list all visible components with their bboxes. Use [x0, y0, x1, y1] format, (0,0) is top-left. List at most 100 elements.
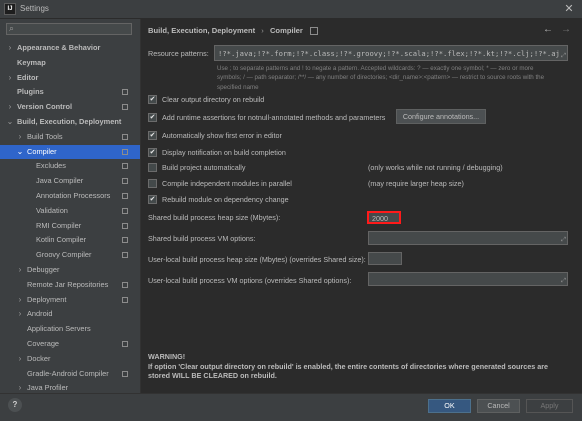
chevron-right-icon[interactable]: ›	[16, 307, 24, 322]
resource-patterns-value: !?*.java;!?*.form;!?*.class;!?*.groovy;!…	[218, 49, 560, 58]
title-bar: IJ Settings ✕	[0, 0, 582, 19]
project-scope-icon	[310, 27, 318, 35]
ok-button[interactable]: OK	[428, 399, 471, 413]
apply-button[interactable]: Apply	[526, 399, 573, 413]
sidebar-item-keymap[interactable]: Keymap	[0, 56, 140, 71]
sidebar-item-label: Version Control	[17, 102, 73, 112]
sidebar-item-appearance-behavior[interactable]: › Appearance & Behavior	[0, 41, 140, 56]
sidebar-item-label: Validation	[36, 205, 68, 215]
sidebar-item-remote-jar-repositories[interactable]: Remote Jar Repositories	[0, 278, 140, 293]
shared-vm-options-field[interactable]: ⤢	[368, 231, 568, 245]
sidebar-item-validation[interactable]: Validation	[0, 204, 140, 219]
sidebar-item-debugger[interactable]: › Debugger	[0, 263, 140, 278]
settings-sidebar: ⌕ › Appearance & Behavior Keymap › Editor Plu…	[0, 19, 141, 393]
chevron-right-icon[interactable]: ›	[6, 41, 14, 56]
chevron-right-icon[interactable]: ›	[16, 293, 24, 308]
project-scope-icon	[122, 104, 128, 111]
project-scope-icon	[122, 281, 128, 288]
help-button[interactable]: ?	[8, 398, 22, 412]
show-first-error-checkbox[interactable]: ✔	[148, 131, 157, 140]
sidebar-item-label: Coverage	[27, 338, 60, 348]
sidebar-item-label: Gradle-Android Compiler	[27, 368, 109, 378]
expand-icon[interactable]: ⤢	[561, 53, 566, 60]
configure-annotations-button[interactable]: Configure annotations...	[396, 109, 486, 124]
sidebar-item-build-tools[interactable]: › Build Tools	[0, 130, 140, 145]
user-vm-options-label: User-local build process VM options (ove…	[148, 276, 352, 285]
heap-size-field[interactable]: 2000	[367, 211, 401, 224]
sidebar-item-coverage[interactable]: Coverage	[0, 337, 140, 352]
sidebar-item-groovy-compiler[interactable]: Groovy Compiler	[0, 248, 140, 263]
sidebar-item-excludes[interactable]: Excludes	[0, 159, 140, 174]
user-heap-size-label: User-local build process heap size (Mbyt…	[148, 255, 366, 264]
window-title: Settings	[20, 4, 49, 13]
rebuild-dependency-label: Rebuild module on dependency change	[162, 195, 289, 204]
intellij-app-icon: IJ	[4, 3, 16, 15]
chevron-right-icon[interactable]: ›	[16, 130, 24, 145]
sidebar-item-docker[interactable]: › Docker	[0, 352, 140, 367]
forward-arrow-icon[interactable]: →	[561, 24, 571, 35]
user-vm-options-field[interactable]: ⤢	[368, 272, 568, 286]
project-scope-icon	[122, 296, 128, 303]
sidebar-item-gradle-android-compiler[interactable]: Gradle-Android Compiler	[0, 367, 140, 382]
cancel-button[interactable]: Cancel	[477, 399, 520, 413]
runtime-assertions-checkbox[interactable]: ✔	[148, 113, 157, 122]
sidebar-item-build-execution-deployment[interactable]: ⌄ Build, Execution, Deployment	[0, 115, 140, 130]
sidebar-item-annotation-processors[interactable]: Annotation Processors	[0, 189, 140, 204]
user-heap-size-field[interactable]	[368, 252, 402, 265]
expand-icon[interactable]: ⤢	[561, 278, 566, 285]
build-notification-checkbox[interactable]: ✔	[148, 148, 157, 157]
sidebar-item-rmi-compiler[interactable]: RMI Compiler	[0, 219, 140, 234]
clear-output-checkbox[interactable]: ✔	[148, 95, 157, 104]
resource-patterns-hint: Use ; to separate patterns and ! to nega…	[217, 65, 545, 91]
breadcrumb-parent[interactable]: Build, Execution, Deployment	[148, 26, 255, 35]
project-scope-icon	[122, 252, 128, 259]
chevron-right-icon[interactable]: ›	[16, 352, 24, 367]
sidebar-item-plugins[interactable]: Plugins	[0, 85, 140, 100]
project-scope-icon	[122, 237, 128, 244]
sidebar-item-label: Build Tools	[27, 131, 63, 141]
chevron-right-icon[interactable]: ›	[16, 381, 24, 393]
build-automatically-checkbox[interactable]	[148, 163, 157, 172]
parallel-compile-checkbox[interactable]	[148, 179, 157, 188]
runtime-assertions-label: Add runtime assertions for notnull-annot…	[162, 113, 386, 122]
sidebar-item-label: Appearance & Behavior	[17, 43, 101, 52]
sidebar-item-label: Build, Execution, Deployment	[17, 116, 122, 126]
close-icon[interactable]: ✕	[562, 2, 576, 16]
sidebar-item-application-servers[interactable]: Application Servers	[0, 322, 140, 337]
resource-patterns-label: Resource patterns:	[148, 49, 209, 58]
chevron-right-icon[interactable]: ›	[6, 100, 14, 115]
parallel-compile-note: (may require larger heap size)	[368, 179, 464, 188]
sidebar-item-deployment[interactable]: › Deployment	[0, 293, 140, 308]
sidebar-item-label: Excludes	[36, 161, 66, 171]
sidebar-item-java-compiler[interactable]: Java Compiler	[0, 174, 140, 189]
project-scope-icon	[122, 222, 128, 229]
project-scope-icon	[122, 163, 128, 170]
sidebar-item-label: Docker	[27, 353, 51, 363]
expand-icon[interactable]: ⤢	[561, 237, 566, 244]
clear-output-label: Clear output directory on rebuild	[162, 95, 265, 104]
sidebar-item-label: Android	[27, 309, 53, 319]
project-scope-icon	[122, 340, 128, 347]
chevron-down-icon[interactable]: ⌄	[16, 145, 24, 160]
resource-patterns-field[interactable]: !?*.java;!?*.form;!?*.class;!?*.groovy;!…	[214, 45, 568, 61]
back-arrow-icon[interactable]: ←	[543, 24, 553, 35]
warning-block: WARNING! If option 'Clear output directo…	[148, 352, 568, 381]
sidebar-item-java-profiler[interactable]: › Java Profiler	[0, 381, 140, 393]
settings-tree: › Appearance & Behavior Keymap › Editor Plugi…	[0, 41, 140, 393]
sidebar-item-label: Editor	[17, 72, 39, 82]
sidebar-item-kotlin-compiler[interactable]: Kotlin Compiler	[0, 233, 140, 248]
warning-text: If option 'Clear output directory on reb…	[148, 361, 549, 381]
project-scope-icon	[122, 89, 128, 96]
chevron-right-icon[interactable]: ›	[6, 71, 14, 86]
search-input[interactable]: ⌕	[6, 23, 132, 35]
sidebar-item-android[interactable]: › Android	[0, 307, 140, 322]
warning-title: WARNING!	[148, 352, 186, 361]
chevron-down-icon[interactable]: ⌄	[6, 115, 14, 130]
rebuild-dependency-checkbox[interactable]: ✔	[148, 195, 157, 204]
sidebar-item-compiler[interactable]: ⌄ Compiler	[0, 144, 140, 160]
chevron-right-icon[interactable]: ›	[16, 263, 24, 278]
sidebar-item-label: Debugger	[27, 264, 60, 274]
sidebar-item-label: Plugins	[17, 87, 44, 97]
sidebar-item-version-control[interactable]: › Version Control	[0, 100, 140, 115]
sidebar-item-editor[interactable]: › Editor	[0, 71, 140, 86]
